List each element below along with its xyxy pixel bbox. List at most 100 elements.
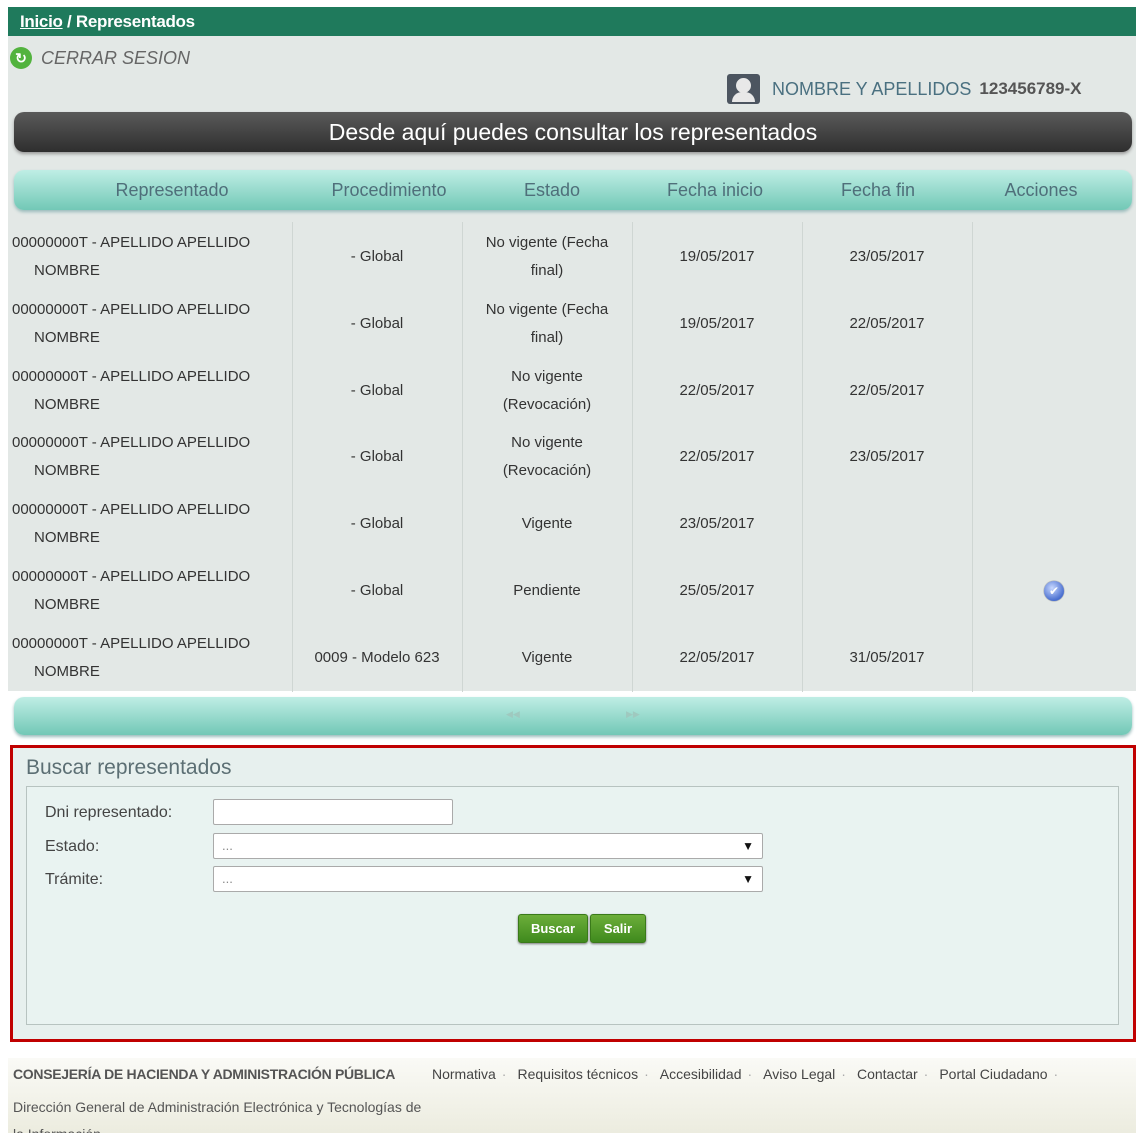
estado-line: (Revocación) <box>502 462 592 479</box>
cell-procedimiento: - Global <box>350 382 404 399</box>
chevron-down-icon: ▼ <box>742 872 754 886</box>
logout-icon: ↻ <box>10 47 32 69</box>
cell-fecha-inicio: 19/05/2017 <box>679 315 755 332</box>
user-certificate-icon <box>727 74 760 104</box>
column-header-acciones: Acciones <box>1004 179 1078 200</box>
table-row: 00000000T - APELLIDO APELLIDO NOMBRE - Glo… <box>8 291 1136 357</box>
footer-org: CONSEJERÍA DE HACIENDA Y ADMINISTRACIÓN … <box>13 1066 396 1082</box>
estado-select[interactable]: ... ▼ <box>213 833 763 859</box>
breadcrumb-separator: / <box>62 12 76 31</box>
column-header-representado: Representado <box>115 179 229 200</box>
cell-representado: 00000000T - APELLIDO APELLIDO NOMBRE <box>8 363 292 419</box>
info-icon[interactable]: ✔ <box>1044 581 1064 601</box>
cell-fecha-fin: 23/05/2017 <box>849 248 925 265</box>
footer-link-separator: · <box>644 1066 649 1082</box>
footer-link[interactable]: Contactar <box>857 1066 918 1082</box>
estado-line: No vigente (Fecha <box>485 301 609 318</box>
cell-procedimiento: - Global <box>350 582 404 599</box>
column-header-estado: Estado <box>523 179 581 200</box>
footer-link-separator: · <box>923 1066 929 1082</box>
table-row: 00000000T - APELLIDO APELLIDO NOMBRE - Glo… <box>8 558 1136 624</box>
cell-procedimiento: - Global <box>350 448 404 465</box>
tramite-label: Trámite: <box>45 871 104 888</box>
estado-select-value: ... <box>222 838 233 853</box>
dni-label: Dni representado: <box>45 804 173 821</box>
representado-name: NOMBRE <box>34 462 100 479</box>
representado-id: 00000000T - APELLIDO APELLIDO <box>12 301 251 318</box>
breadcrumb-home-link[interactable]: Inicio <box>20 12 63 31</box>
representado-id: 00000000T - APELLIDO APELLIDO <box>12 368 251 385</box>
logout-button[interactable]: ↻ CERRAR SESION <box>10 46 190 70</box>
representado-id: 00000000T - APELLIDO APELLIDO <box>12 635 251 652</box>
cell-fecha-fin: 22/05/2017 <box>849 315 925 332</box>
representado-id: 00000000T - APELLIDO APELLIDO <box>12 501 251 518</box>
page-title: Desde aquí puedes consultar los represen… <box>14 112 1132 152</box>
table-header: Representado Procedimiento Estado Fecha … <box>14 170 1132 210</box>
cell-fecha-inicio: 23/05/2017 <box>679 515 755 532</box>
cell-estado: No vigente (Fecha final) <box>462 229 632 285</box>
tramite-select[interactable]: ... ▼ <box>213 866 763 892</box>
representado-name: NOMBRE <box>34 663 100 680</box>
table-row: 00000000T - APELLIDO APELLIDO NOMBRE - Glo… <box>8 358 1136 424</box>
cell-representado: 00000000T - APELLIDO APELLIDO NOMBRE <box>8 429 292 485</box>
cell-estado: No vigente (Fecha final) <box>462 296 632 352</box>
table-row: 00000000T - APELLIDO APELLIDO NOMBRE - Glo… <box>8 491 1136 557</box>
estado-line: (Revocación) <box>502 396 592 413</box>
cell-procedimiento: - Global <box>350 248 404 265</box>
footer-link[interactable]: Requisitos técnicos <box>517 1066 638 1082</box>
estado-line: Vigente <box>521 649 573 666</box>
cell-estado: Vigente <box>462 644 632 672</box>
cell-estado: No vigente (Revocación) <box>462 429 632 485</box>
table-row: 00000000T - APELLIDO APELLIDO NOMBRE - Glo… <box>8 424 1136 490</box>
salir-button[interactable]: Salir <box>590 914 646 943</box>
breadcrumb: Inicio / Representados <box>8 7 1136 36</box>
estado-line: No vigente <box>511 368 583 385</box>
pagination-prev[interactable]: ◀◀ <box>506 709 520 720</box>
representado-name: NOMBRE <box>34 396 100 413</box>
user-id: 123456789-X <box>979 79 1082 98</box>
search-title: Buscar representados <box>26 756 232 779</box>
footer-link[interactable]: Aviso Legal <box>763 1066 835 1082</box>
dni-input[interactable] <box>213 799 453 825</box>
cell-representado: 00000000T - APELLIDO APELLIDO NOMBRE <box>8 229 292 285</box>
cell-fecha-fin: 22/05/2017 <box>849 382 925 399</box>
estado-line: Vigente <box>521 515 573 532</box>
pagination-next[interactable]: ▶▶ <box>626 709 640 720</box>
table-row: 00000000T - APELLIDO APELLIDO NOMBRE 0009 … <box>8 625 1136 691</box>
cell-procedimiento: - Global <box>350 515 404 532</box>
user-info: NOMBRE Y APELLIDOS 123456789-X <box>727 74 1082 104</box>
footer-link-separator: · <box>1053 1066 1059 1082</box>
representado-id: 00000000T - APELLIDO APELLIDO <box>12 568 251 585</box>
chevron-down-icon: ▼ <box>742 839 754 853</box>
representado-name: NOMBRE <box>34 529 100 546</box>
estado-line: No vigente (Fecha <box>485 234 609 251</box>
cell-fecha-fin: 31/05/2017 <box>849 649 925 666</box>
cell-fecha-inicio: 19/05/2017 <box>679 248 755 265</box>
cell-estado: Vigente <box>462 510 632 538</box>
footer-link[interactable]: Portal Ciudadano <box>939 1066 1047 1082</box>
footer-link[interactable]: Accesibilidad <box>660 1066 742 1082</box>
representado-name: NOMBRE <box>34 262 100 279</box>
search-form: Dni representado: Estado: ... ▼ Trámite:… <box>26 786 1119 1025</box>
footer: CONSEJERÍA DE HACIENDA Y ADMINISTRACIÓN … <box>8 1058 1136 1133</box>
estado-line: Pendiente <box>513 582 581 599</box>
estado-label: Estado: <box>45 838 100 855</box>
cell-representado: 00000000T - APELLIDO APELLIDO NOMBRE <box>8 496 292 552</box>
user-name: NOMBRE Y APELLIDOS <box>772 78 972 99</box>
representado-name: NOMBRE <box>34 596 100 613</box>
breadcrumb-current: Representados <box>75 12 195 31</box>
footer-link[interactable]: Normativa <box>432 1066 496 1082</box>
column-header-fecha-inicio: Fecha inicio <box>666 179 764 200</box>
representado-id: 00000000T - APELLIDO APELLIDO <box>12 434 251 451</box>
footer-link-separator: · <box>747 1066 753 1082</box>
buscar-button[interactable]: Buscar <box>518 914 588 943</box>
estado-line: No vigente <box>511 434 583 451</box>
representado-id: 00000000T - APELLIDO APELLIDO <box>12 234 251 251</box>
table-row: 00000000T - APELLIDO APELLIDO NOMBRE - Glo… <box>8 224 1136 290</box>
logout-label: CERRAR SESION <box>41 47 191 68</box>
cell-acciones: ✔ <box>972 581 1136 601</box>
representado-name: NOMBRE <box>34 329 100 346</box>
table-footer: ◀◀ ▶▶ <box>14 697 1132 735</box>
cell-representado: 00000000T - APELLIDO APELLIDO NOMBRE <box>8 296 292 352</box>
cell-representado: 00000000T - APELLIDO APELLIDO NOMBRE <box>8 563 292 619</box>
